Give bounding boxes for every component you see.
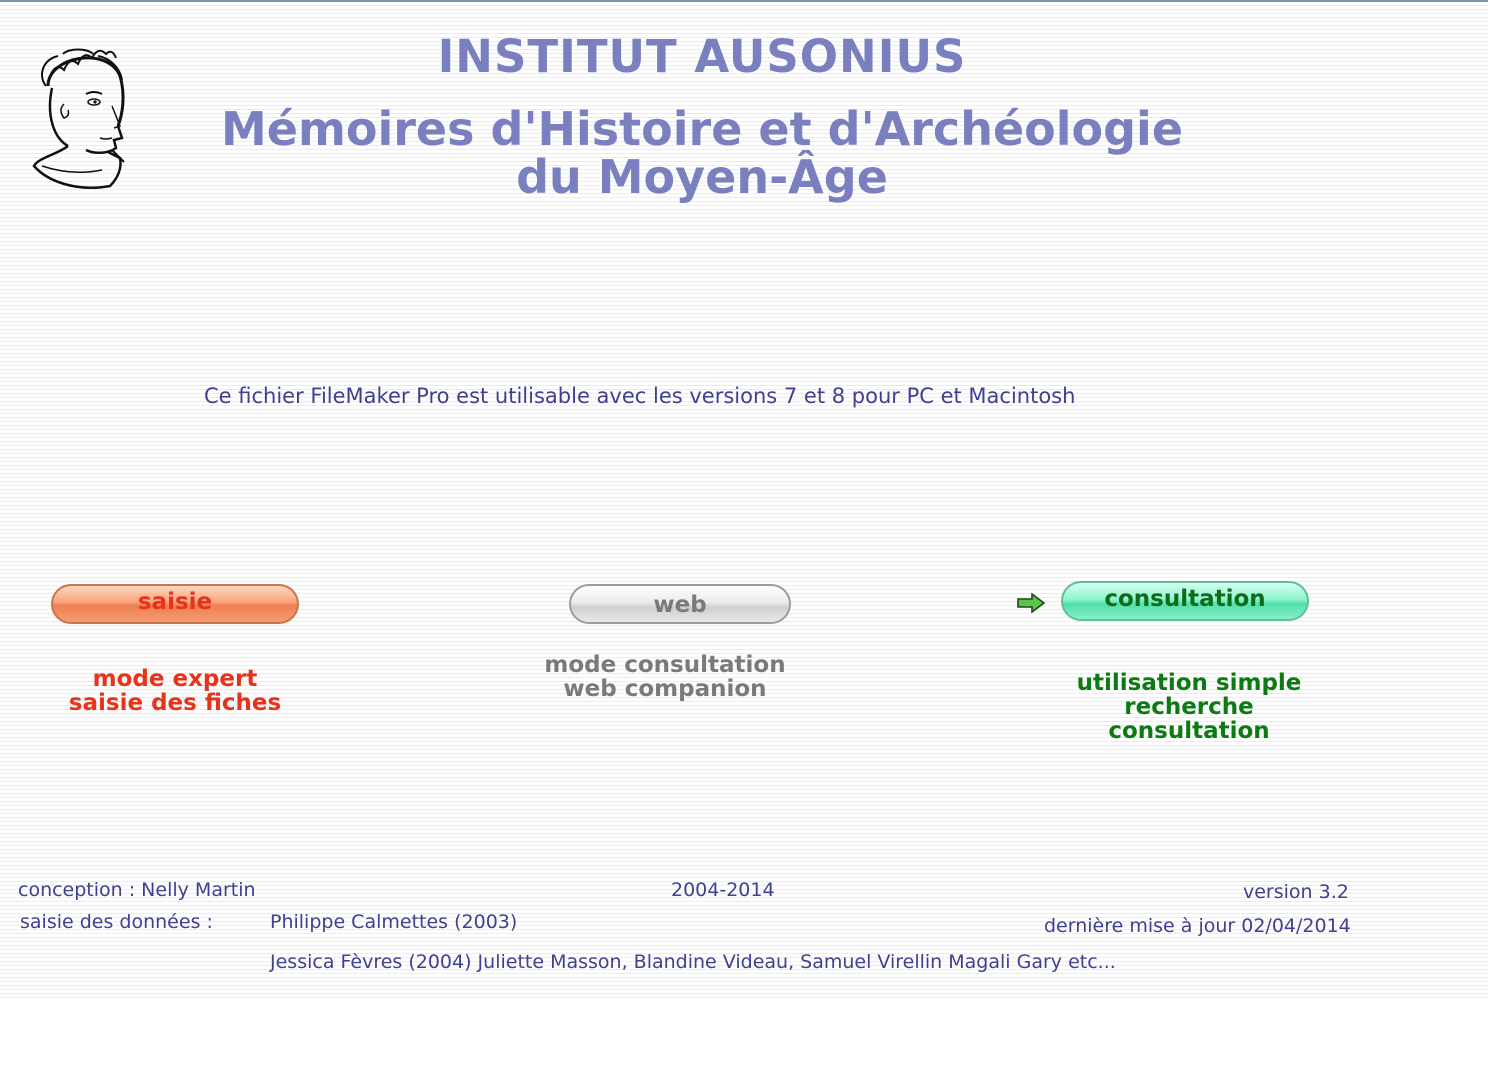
- consultation-description: utilisation simple recherche consultatio…: [1060, 671, 1318, 743]
- institute-title: INSTITUT AUSONIUS: [437, 30, 967, 83]
- web-desc-line1: mode consultation: [544, 652, 786, 678]
- consultation-button-label: consultation: [1104, 586, 1266, 612]
- consultation-desc-line2: recherche: [1124, 694, 1254, 720]
- filemaker-info-text: Ce fichier FileMaker Pro est utilisable …: [204, 384, 1076, 408]
- saisie-desc-line2: saisie des fiches: [68, 690, 282, 716]
- years-label: 2004-2014: [671, 879, 775, 901]
- green-arrow-icon: [1017, 593, 1046, 613]
- web-description: mode consultation web companion: [530, 653, 800, 701]
- saisie-credit-label: saisie des données :: [20, 911, 213, 933]
- web-button-label: web: [653, 592, 707, 618]
- saisie-desc-line1: mode expert: [92, 666, 258, 692]
- web-desc-line2: web companion: [563, 676, 767, 702]
- consultation-desc-line1: utilisation simple: [1076, 670, 1302, 696]
- saisie-description: mode expert saisie des fiches: [50, 667, 300, 715]
- conception-credit: conception : Nelly Martin: [18, 879, 256, 901]
- page-title: Mémoires d'Histoire et d'Archéologie du …: [0, 105, 1404, 201]
- version-label: version 3.2: [1243, 881, 1349, 903]
- consultation-desc-line3: consultation: [1108, 718, 1270, 744]
- saisie-credit-names-1: Philippe Calmettes (2003): [270, 911, 518, 933]
- page-title-line1: Mémoires d'Histoire et d'Archéologie: [220, 102, 1184, 156]
- saisie-button-label: saisie: [137, 589, 213, 615]
- web-button[interactable]: web: [569, 584, 791, 624]
- window-edge: [1488, 0, 1504, 1082]
- last-update-label: dernière mise à jour 02/04/2014: [1044, 915, 1351, 937]
- page-background: INSTITUT AUSONIUS Mémoires d'Histoire et…: [0, 0, 1488, 1000]
- page-title-line2: du Moyen-Âge: [516, 150, 888, 204]
- saisie-credit-names-2: Jessica Fèvres (2004) Juliette Masson, B…: [270, 951, 1116, 973]
- consultation-button[interactable]: consultation: [1061, 581, 1309, 621]
- saisie-button[interactable]: saisie: [51, 584, 299, 624]
